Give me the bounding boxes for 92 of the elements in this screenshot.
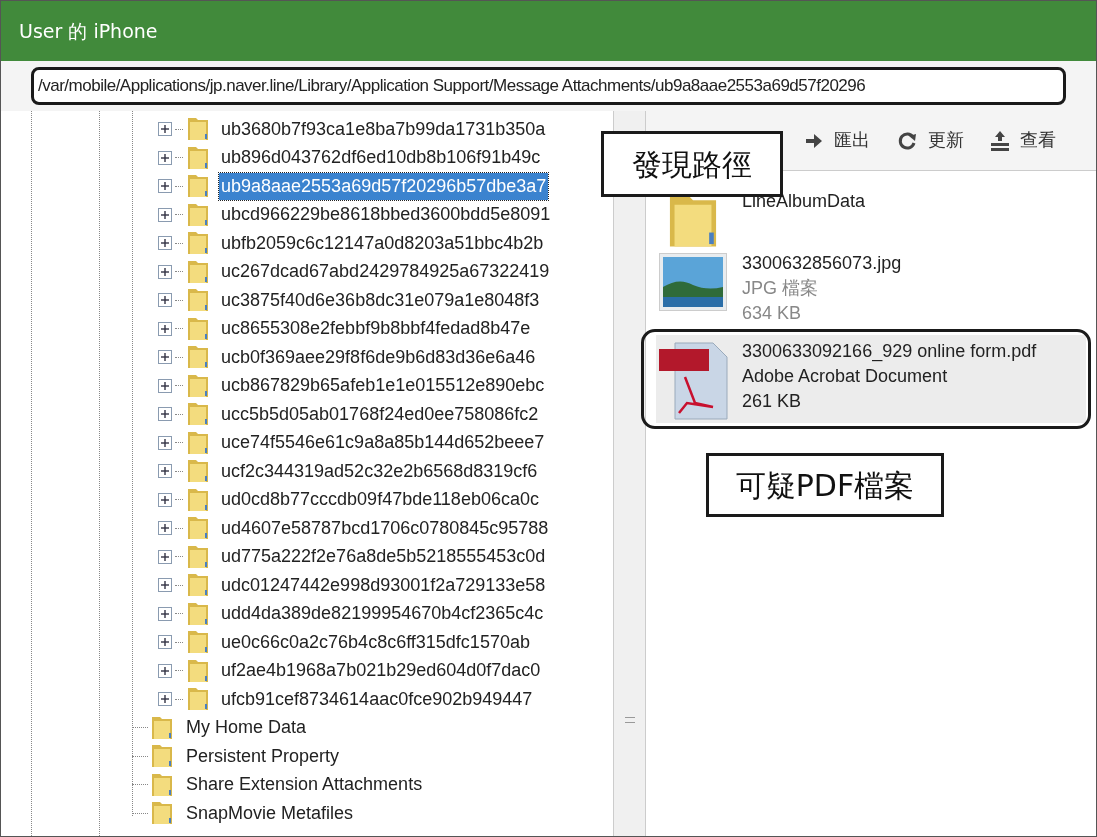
folder-label[interactable]: uce74f5546e61c9a8a85b144d652beee7 (219, 429, 547, 457)
expand-icon[interactable] (158, 321, 172, 336)
folder-icon (186, 344, 210, 371)
expand-icon[interactable] (158, 492, 172, 507)
folder-label[interactable]: ud0cd8b77cccdb09f47bde118eb06ca0c (219, 486, 541, 514)
folder-label[interactable]: ub3680b7f93ca1e8ba7b99da1731b350a (219, 115, 548, 143)
file-size: 634 KB (742, 302, 803, 325)
folder-icon (186, 173, 210, 200)
callout-text: 發現路徑 (632, 145, 752, 184)
folder-icon (186, 429, 210, 456)
folder-icon (186, 401, 210, 428)
expand-icon[interactable] (158, 549, 172, 564)
expand-icon[interactable] (158, 350, 172, 365)
expand-icon[interactable] (158, 635, 172, 650)
folder-icon (186, 144, 210, 171)
folder-label[interactable]: ucb0f369aee29f8f6de9b6d83d36e6a46 (219, 343, 538, 371)
expand-icon[interactable] (158, 578, 172, 593)
folder-label[interactable]: SnapMovie Metafiles (184, 799, 356, 827)
expand-icon[interactable] (158, 606, 172, 621)
folder-label[interactable]: uc3875f40d6e36b8dc31e079a1e8048f3 (219, 286, 542, 314)
toolbar-button[interactable]: 更新 (896, 127, 964, 154)
folder-icon (150, 771, 174, 798)
expand-icon[interactable] (158, 378, 172, 393)
toolbar-button[interactable]: 查看 (990, 127, 1056, 154)
expand-icon[interactable] (158, 207, 172, 222)
folder-label[interactable]: ubfb2059c6c12147a0d8203a51bbc4b2b (219, 229, 546, 257)
folder-label[interactable]: Share Extension Attachments (184, 771, 425, 799)
callout-text: 可疑PDF檔案 (735, 466, 915, 505)
folder-label[interactable]: Persistent Property (184, 742, 342, 770)
folder-label[interactable]: ud775a222f2e76a8de5b5218555453c0d (219, 543, 548, 571)
folder-icon (186, 515, 210, 542)
folder-icon (186, 686, 210, 713)
folder-label[interactable]: udc01247442e998d93001f2a729133e58 (219, 571, 548, 599)
expand-icon[interactable] (158, 663, 172, 678)
folder-label[interactable]: uc8655308e2febbf9b8bbf4fedad8b47e (219, 315, 533, 343)
folder-label[interactable]: ucf2c344319ad52c32e2b6568d8319cf6 (219, 457, 540, 485)
folder-label[interactable]: ucc5b5d05ab01768f24ed0ee758086fc2 (219, 400, 541, 428)
folder-icon (186, 657, 210, 684)
toolbar-button[interactable]: 匯出 (804, 127, 870, 154)
landscape-thumbnail-icon (659, 253, 727, 311)
folder-icon (186, 572, 210, 599)
folder-label[interactable]: udd4da389de82199954670b4cf2365c4c (219, 600, 546, 628)
folder-label[interactable]: My Home Data (184, 714, 309, 742)
folder-label[interactable]: ub9a8aae2553a69d57f20296b57dbe3a7 (219, 172, 549, 200)
window-title: User 的 iPhone (19, 18, 158, 44)
pdf-file-icon (657, 341, 729, 421)
path-field[interactable]: /var/mobile/Applications/jp.naver.line/Library/Application Support/Message Attachments/ub9a8aae2553a69d57f20296 (31, 67, 1066, 105)
file-type: Adobe Acrobat Document (742, 365, 949, 388)
folder-label[interactable]: ub896d043762df6ed10db8b106f91b49c (219, 144, 543, 172)
file-item[interactable]: 3300632856073.jpg JPG 檔案 634 KB (656, 247, 1086, 335)
expand-icon[interactable] (158, 264, 172, 279)
expand-icon[interactable] (158, 464, 172, 479)
expand-icon[interactable] (158, 122, 172, 137)
file-name: LineAlbumData (742, 190, 866, 213)
expand-icon[interactable] (158, 293, 172, 308)
folder-icon (150, 743, 174, 770)
folder-icon (186, 486, 210, 513)
upload-icon (990, 129, 1010, 152)
folder-icon (186, 116, 210, 143)
file-type: JPG 檔案 (742, 277, 819, 300)
folder-icon (186, 629, 210, 656)
folder-icon (186, 287, 210, 314)
folder-icon (186, 543, 210, 570)
expand-icon[interactable] (158, 236, 172, 251)
file-item[interactable]: 3300633092166_929 online form.pdf Adobe Acrobat Document 261 KB (656, 335, 1086, 423)
folder-label[interactable]: ue0c66c0a2c76b4c8c6ff315dfc1570ab (219, 628, 532, 656)
expand-icon[interactable] (158, 435, 172, 450)
folder-icon (150, 800, 174, 827)
expand-icon[interactable] (158, 179, 172, 194)
folder-label[interactable]: ucb867829b65afeb1e1e015512e890ebc (219, 372, 547, 400)
folder-icon (186, 258, 210, 285)
folder-icon (186, 458, 210, 485)
folder-label[interactable]: uf2ae4b1968a7b021b29ed604d0f7dac0 (219, 657, 543, 685)
expand-icon[interactable] (158, 521, 172, 536)
folder-label[interactable]: ufcb91cef8734614aac0fce902b949447 (219, 685, 535, 713)
expand-icon[interactable] (158, 150, 172, 165)
file-name: 3300633092166_929 online form.pdf (742, 340, 1037, 364)
expand-icon[interactable] (158, 692, 172, 707)
folder-icon (186, 201, 210, 228)
folder-icon (186, 230, 210, 257)
folder-icon (186, 315, 210, 342)
folder-label[interactable]: uc267dcad67abd2429784925a67322419 (219, 258, 552, 286)
folder-icon (186, 600, 210, 627)
splitter-handle[interactable] (624, 716, 635, 723)
folder-icon (150, 714, 174, 741)
file-size: 261 KB (742, 390, 803, 413)
folder-label[interactable]: ubcd966229be8618bbed3600bdd5e8091 (219, 201, 553, 229)
file-item[interactable]: LineAlbumData (656, 185, 1086, 247)
folder-label[interactable]: ud4607e58787bcd1706c0780845c95788 (219, 514, 551, 542)
folder-icon (186, 372, 210, 399)
expand-icon[interactable] (158, 407, 172, 422)
file-name: 3300632856073.jpg (742, 252, 902, 275)
